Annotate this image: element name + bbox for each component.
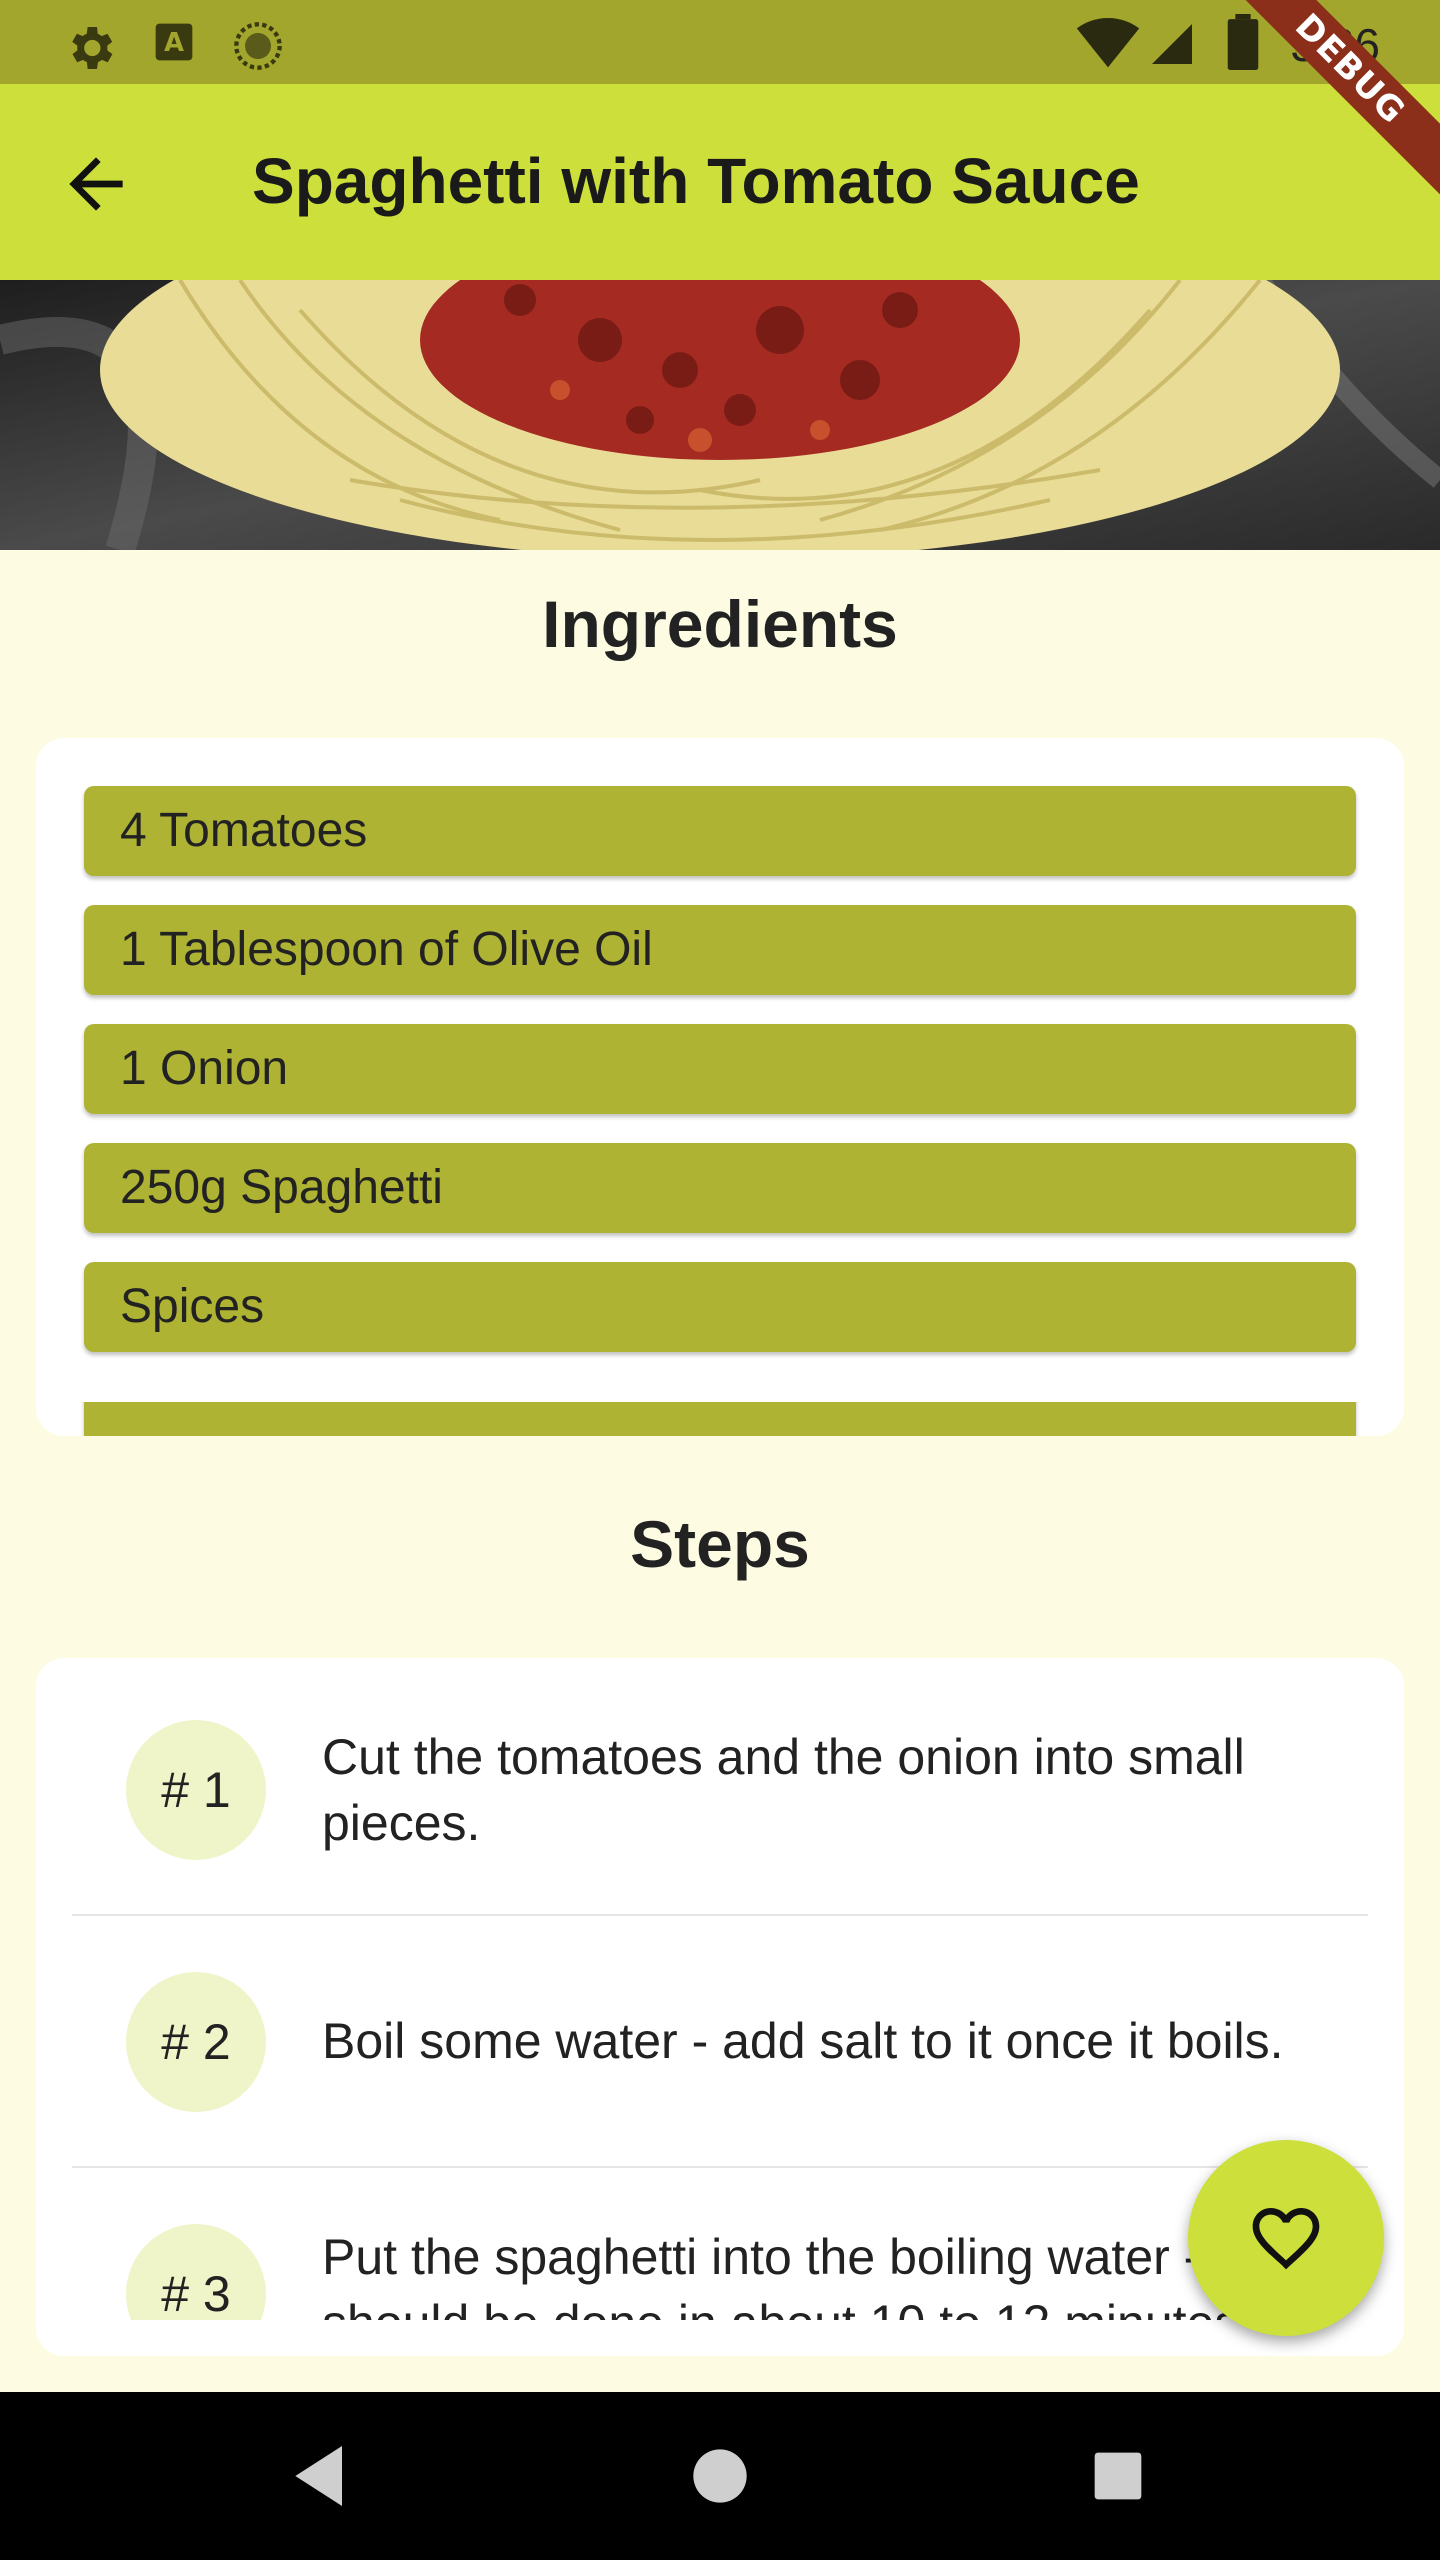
app-bar: Spaghetti with Tomato Sauce — [0, 84, 1440, 280]
ingredient-item: Spices — [84, 1262, 1356, 1352]
step-number-badge: # 1 — [126, 1720, 266, 1860]
sync-circle-icon — [234, 22, 282, 70]
settings-icon — [72, 27, 113, 69]
ingredient-clip — [36, 1402, 1404, 1436]
signal-icon — [1152, 24, 1192, 64]
ingredient-item: 1 Tablespoon of Olive Oil — [84, 905, 1356, 995]
page-title: Spaghetti with Tomato Sauce — [252, 145, 1140, 217]
arrow-back-icon[interactable] — [56, 144, 136, 224]
wifi-icon — [1076, 18, 1140, 68]
battery-icon — [1227, 14, 1259, 70]
ingredient-item: 250g Spaghetti — [84, 1143, 1356, 1233]
ingredients-card[interactable]: 4 Tomatoes 1 Tablespoon of Olive Oil 1 O… — [36, 738, 1404, 1436]
recipe-image — [0, 280, 1440, 550]
ingredient-item — [84, 1402, 1356, 1436]
favorite-heart-icon — [1252, 2208, 1320, 2270]
keyboard-a-icon: A — [155, 23, 193, 61]
ingredient-item: 4 Tomatoes — [84, 786, 1356, 876]
step-divider — [72, 1914, 1368, 1916]
step-divider — [72, 2166, 1368, 2168]
nav-recents-icon[interactable] — [1078, 2436, 1158, 2516]
favorite-button[interactable] — [1188, 2140, 1384, 2336]
step-text: Boil some water - add salt to it once it… — [322, 2013, 1284, 2069]
ingredients-title: Ingredients — [542, 587, 898, 661]
step-number-badge: # 2 — [126, 1972, 266, 2112]
ingredient-item: 1 Onion — [84, 1024, 1356, 1114]
step-number-badge: # 3 — [126, 2224, 266, 2320]
svg-text:A: A — [164, 28, 184, 58]
step-text: Cut the tomatoes and the onion into smal… — [322, 1729, 1245, 1851]
system-nav-bar — [0, 2392, 1440, 2560]
nav-home-icon[interactable] — [680, 2436, 760, 2516]
status-bar: A 3:36 — [0, 0, 1440, 84]
steps-title: Steps — [630, 1507, 810, 1581]
step-text: Put the spaghetti into the boiling water… — [322, 2229, 1309, 2320]
nav-back-icon[interactable] — [282, 2436, 362, 2516]
